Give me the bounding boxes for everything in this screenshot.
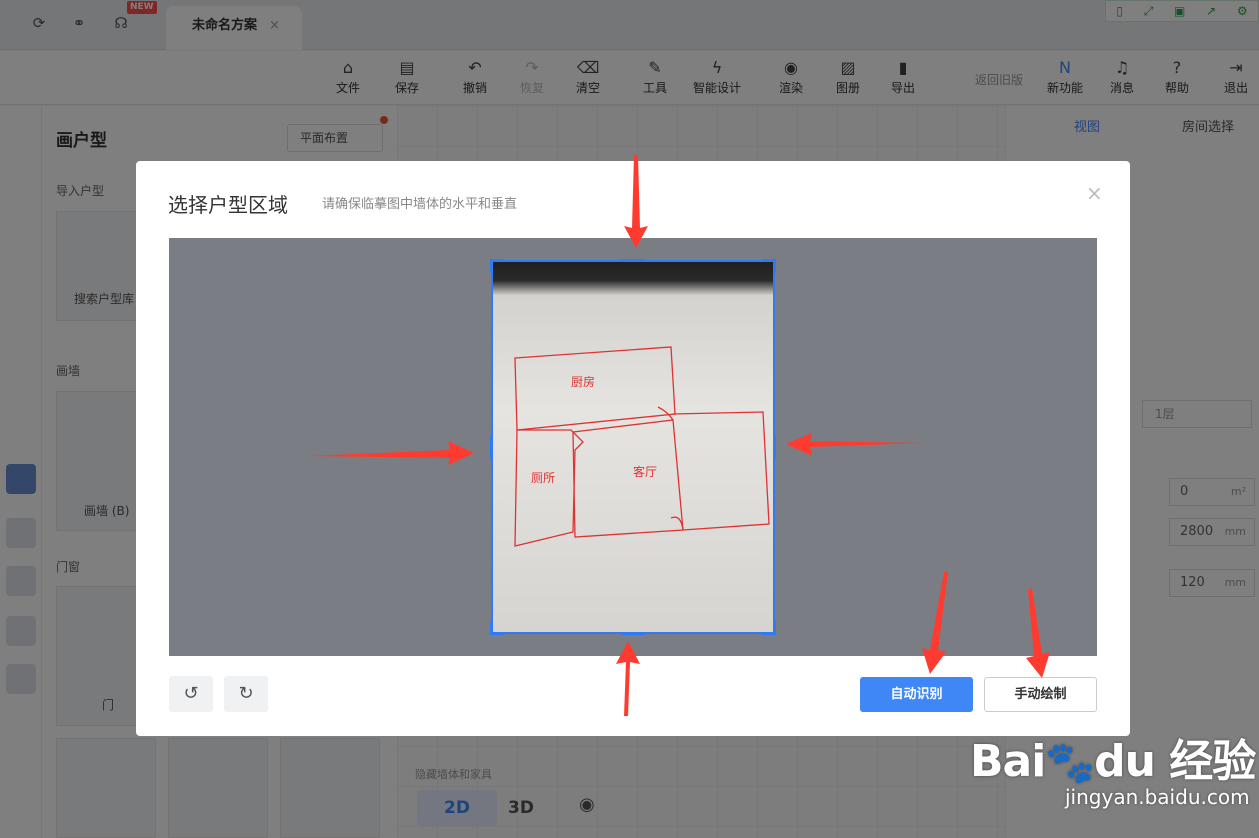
crop-handle-tr-v[interactable] (773, 259, 776, 273)
sketch-drawing: 厨房 厕所 客厅 (514, 346, 770, 547)
crop-handle-bl-v[interactable] (490, 621, 493, 635)
dialog-title: 选择户型区域 (168, 193, 288, 217)
baidu-watermark: Bai🐾du 经验 jingyan.baidu.com (940, 705, 1259, 838)
rotate-left-button[interactable]: ↺ (169, 676, 213, 712)
rotate-right-button[interactable]: ↻ (224, 676, 268, 712)
close-icon[interactable]: × (1086, 181, 1103, 205)
sketch-label-kitchen: 厨房 (571, 374, 595, 389)
dialog-subtitle: 请确保临摹图中墙体的水平和垂直 (322, 197, 518, 212)
sketch-label-toilet: 厕所 (531, 471, 555, 485)
rotate-left-icon: ↺ (183, 683, 199, 704)
watermark-url: jingyan.baidu.com (1065, 785, 1250, 809)
watermark-logo: Bai🐾du 经验 (970, 736, 1256, 787)
select-floorplan-dialog: 选择户型区域 请确保临摹图中墙体的水平和垂直 × 厨房 厕所 客厅 ↺ ↻ 自动… (136, 161, 1130, 736)
crop-handle-br-v[interactable] (773, 621, 776, 635)
rotate-right-icon: ↻ (238, 683, 254, 704)
crop-handle-top[interactable] (621, 259, 645, 262)
sketch-photo[interactable]: 厨房 厕所 客厅 (490, 259, 776, 635)
crop-handle-right[interactable] (773, 435, 776, 459)
crop-stage: 厨房 厕所 客厅 (169, 238, 1097, 656)
crop-handle-bottom[interactable] (621, 632, 645, 635)
crop-handle-tl-v[interactable] (490, 259, 493, 273)
crop-handle-left[interactable] (490, 435, 493, 459)
sketch-label-living: 客厅 (633, 464, 657, 479)
